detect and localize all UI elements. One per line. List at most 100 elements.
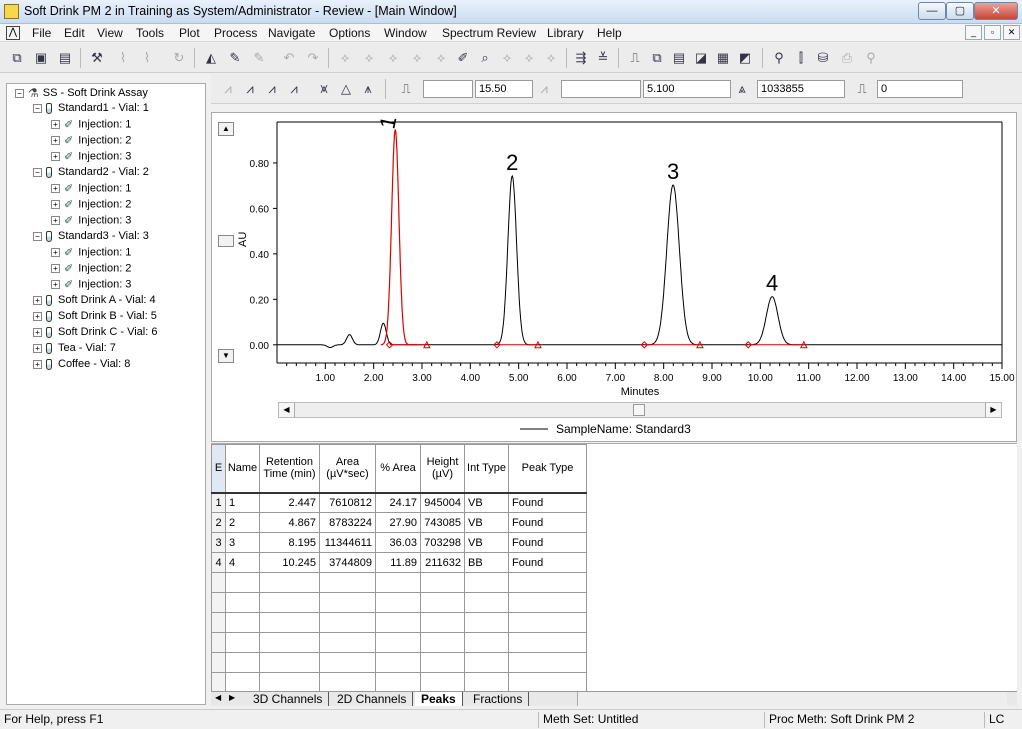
mdi-close-button[interactable]: ✕ [1003, 25, 1020, 40]
empty-cell[interactable] [225, 612, 260, 633]
empty-cell[interactable] [259, 592, 320, 613]
menu-plot[interactable]: Plot [177, 25, 202, 41]
cell-percent-area[interactable]: 11.89 [375, 552, 421, 573]
cell-peak-type[interactable]: Found [508, 532, 587, 553]
menu-options[interactable]: Options [327, 25, 372, 41]
tree-item[interactable]: + Soft Drink A - Vial: 4 [15, 294, 157, 310]
empty-table-row[interactable] [211, 572, 587, 593]
spectrum-tool-6-icon[interactable]: ⟡ [496, 47, 518, 69]
table-row[interactable]: 4 4 10.245 3744809 11.89 211632 BB Found [211, 552, 587, 573]
empty-cell[interactable] [420, 632, 465, 653]
chart-add-icon[interactable]: ◭ [200, 47, 222, 69]
menu-window[interactable]: Window [382, 25, 429, 41]
cell-name[interactable]: 1 [225, 492, 260, 513]
child-window-icon[interactable]: ⋀ [6, 26, 20, 40]
empty-table-row[interactable] [211, 612, 587, 633]
cell-name[interactable]: 3 [225, 532, 260, 553]
tool-b-icon[interactable]: ⫿ [790, 47, 812, 69]
empty-cell[interactable] [375, 612, 421, 633]
expand-icon[interactable]: + [51, 216, 60, 225]
quantitate-icon[interactable]: ⌇ [136, 47, 158, 69]
empty-cell[interactable] [211, 632, 226, 653]
col-peak-type[interactable]: Peak Type [508, 444, 587, 494]
tree-item[interactable]: + ✐ Injection: 2 [15, 198, 157, 214]
empty-cell[interactable] [211, 652, 226, 673]
empty-cell[interactable] [508, 652, 587, 673]
scale-end-field[interactable]: 5.100 [643, 80, 731, 98]
range-end-field[interactable]: 15.50 [475, 80, 533, 98]
menu-navigate[interactable]: Navigate [266, 25, 317, 41]
expand-icon[interactable]: + [51, 136, 60, 145]
empty-cell[interactable] [225, 592, 260, 613]
tree-item[interactable]: + Coffee - Vial: 8 [15, 358, 157, 374]
empty-cell[interactable] [319, 672, 376, 693]
spectrum-tool-2-icon[interactable]: ⟡ [358, 47, 380, 69]
horizontal-scrollbar[interactable]: ◀ ▶ [278, 402, 1002, 418]
empty-cell[interactable] [375, 592, 421, 613]
expand-icon[interactable]: + [51, 184, 60, 193]
offset-field[interactable]: 0 [877, 80, 963, 98]
cell-area[interactable]: 8783224 [319, 512, 376, 533]
tree-item[interactable]: + ✐ Injection: 3 [15, 150, 157, 166]
empty-cell[interactable] [508, 572, 587, 593]
minimize-button[interactable]: — [918, 2, 946, 20]
tab-peaks[interactable]: Peaks [415, 692, 463, 706]
menu-tools[interactable]: Tools [134, 25, 166, 41]
tree-item[interactable]: − Standard3 - Vial: 3 [15, 230, 157, 246]
tab-scroll-right[interactable]: ▶ [229, 693, 235, 702]
chart-mode-4-icon[interactable]: ⩘ [283, 78, 305, 100]
collapse-icon[interactable]: − [33, 103, 42, 113]
empty-cell[interactable] [259, 572, 320, 593]
tree-item[interactable]: + ✐ Injection: 1 [15, 246, 157, 262]
cell-int-type[interactable]: VB [464, 492, 509, 513]
tree-item[interactable]: − Standard1 - Vial: 1 [15, 102, 157, 118]
cell-int-type[interactable]: VB [464, 512, 509, 533]
window-3-icon[interactable]: ▤ [668, 47, 690, 69]
expand-icon[interactable]: + [33, 295, 42, 305]
window-5-icon[interactable]: ▦ [712, 47, 734, 69]
chart-mode-3-icon[interactable]: ⩘ [261, 78, 283, 100]
window-1-icon[interactable]: ⎍ [624, 47, 646, 69]
refresh-icon[interactable]: ↻ [168, 47, 190, 69]
table-row[interactable]: 3 3 8.195 11344611 36.03 703298 VB Found [211, 532, 587, 553]
cell-height[interactable]: 743085 [420, 512, 465, 533]
chart-mode-2-icon[interactable]: ⩘ [239, 78, 261, 100]
empty-cell[interactable] [225, 572, 260, 593]
overlay-icon[interactable]: ≚ [592, 47, 614, 69]
scale-icon[interactable]: ⩘ [533, 78, 555, 100]
cell-height[interactable]: 703298 [420, 532, 465, 553]
empty-table-row[interactable] [211, 592, 587, 613]
empty-cell[interactable] [259, 632, 320, 653]
empty-cell[interactable] [259, 672, 320, 693]
menu-help[interactable]: Help [595, 25, 624, 41]
empty-cell[interactable] [508, 612, 587, 633]
cell-height[interactable]: 211632 [420, 552, 465, 573]
integrate-icon[interactable]: ⚒ [86, 47, 108, 69]
collapse-icon[interactable]: − [33, 231, 42, 241]
cell-area[interactable]: 7610812 [319, 492, 376, 513]
menu-edit[interactable]: Edit [62, 25, 87, 41]
empty-cell[interactable] [211, 572, 226, 593]
menu-spectrum-review[interactable]: Spectrum Review [440, 25, 538, 41]
expand-icon[interactable]: + [51, 280, 60, 289]
empty-cell[interactable] [420, 652, 465, 673]
collapse-icon[interactable]: − [33, 167, 42, 177]
spectrum-tool-1-icon[interactable]: ⟡ [334, 47, 356, 69]
tree-item[interactable]: + ✐ Injection: 2 [15, 262, 157, 278]
tab-2d-channels[interactable]: 2D Channels [331, 692, 414, 706]
tab-fractions[interactable]: Fractions [467, 692, 530, 706]
expand-icon[interactable]: + [51, 120, 60, 129]
empty-cell[interactable] [375, 672, 421, 693]
tree-item[interactable]: − Standard2 - Vial: 2 [15, 166, 157, 182]
save-icon[interactable]: ▤ [54, 47, 76, 69]
edit-peak-icon[interactable]: ✎ [224, 47, 246, 69]
menu-file[interactable]: File [30, 25, 53, 41]
tree-item[interactable]: + Tea - Vial: 7 [15, 342, 157, 358]
empty-cell[interactable] [464, 672, 509, 693]
peak-height-icon[interactable]: ⩓ [731, 78, 753, 100]
cell-retention-time[interactable]: 4.867 [259, 512, 320, 533]
tree-item[interactable]: + ✐ Injection: 3 [15, 278, 157, 294]
empty-cell[interactable] [225, 632, 260, 653]
export-icon[interactable]: ⇶ [570, 47, 592, 69]
empty-cell[interactable] [319, 632, 376, 653]
